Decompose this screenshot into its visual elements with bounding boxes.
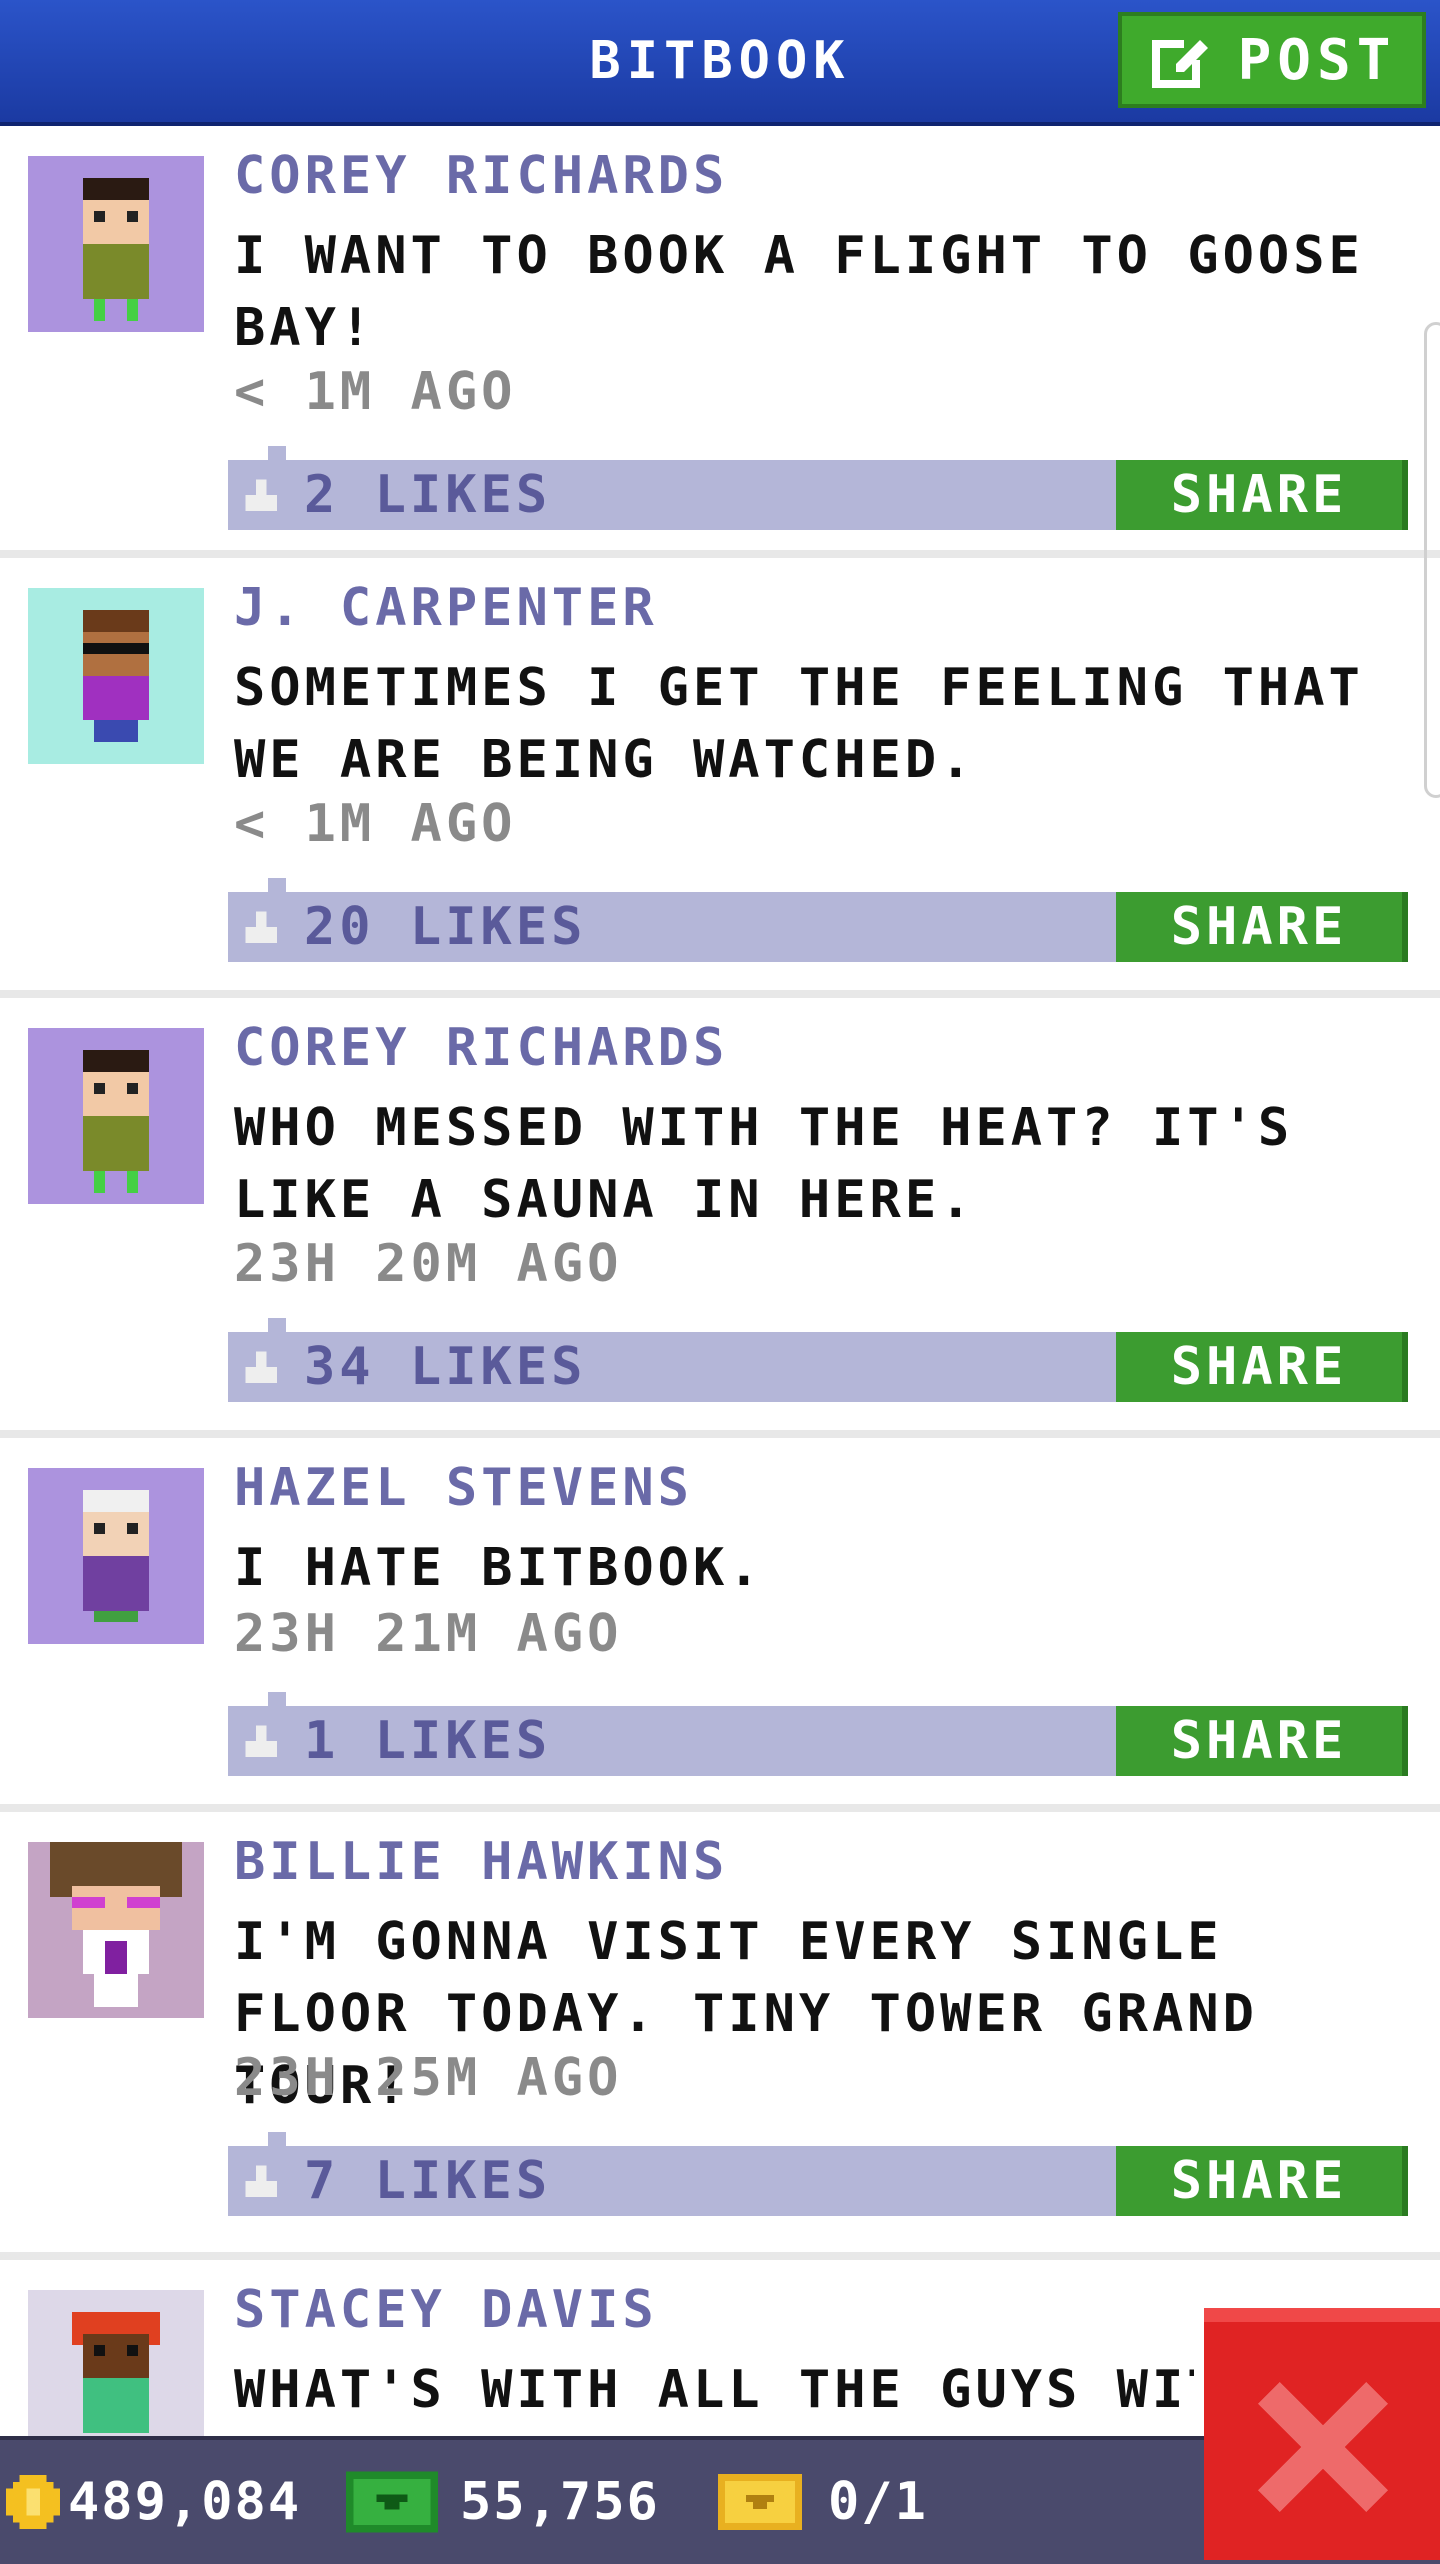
post-time: 23H 20M AGO <box>234 1234 623 1294</box>
tickets-stat: 0/1 <box>714 2440 928 2564</box>
post-author[interactable]: BILLIE HAWKINS <box>234 1832 728 1892</box>
post-text: WHO MESSED WITH THE HEAT? IT'S LIKE A SA… <box>234 1098 1294 1230</box>
post-author[interactable]: STACEY DAVIS <box>234 2280 658 2340</box>
feed-list[interactable]: COREY RICHARDS I WANT TO BOOK A FLIGHT T… <box>0 126 1440 2560</box>
feed-post: HAZEL STEVENS I HATE BITBOOK. 23H 21M AG… <box>0 1438 1440 1812</box>
post-time: < 1M AGO <box>234 362 517 422</box>
thumbs-up-icon[interactable] <box>240 474 282 516</box>
compose-icon <box>1151 40 1208 88</box>
share-button[interactable]: SHARE <box>1116 2146 1408 2216</box>
post-text: WHAT'S WITH ALL THE GUYS WITH <box>234 2360 1194 2420</box>
likes-bar-tab <box>268 1318 286 1332</box>
likes-count: 20 LIKES <box>304 897 587 957</box>
bux-stat: 55,756 <box>346 2440 660 2564</box>
post-text: SOMETIMES I GET THE FEELING THAT WE ARE … <box>234 658 1364 790</box>
likes-count: 2 LIKES <box>304 465 552 525</box>
thumbs-up-icon[interactable] <box>240 906 282 948</box>
corey-richards-avatar[interactable] <box>28 1028 204 1204</box>
likes-count: 1 LIKES <box>304 1711 552 1771</box>
likes-bar-tab <box>268 1692 286 1706</box>
post-author[interactable]: J. CARPENTER <box>234 578 658 638</box>
close-button[interactable] <box>1204 2308 1440 2560</box>
coins-stat: 489,084 <box>6 2440 301 2564</box>
post-button-label: POST <box>1237 27 1397 93</box>
thumbs-up-icon[interactable] <box>240 2160 282 2202</box>
share-button[interactable]: SHARE <box>1116 1706 1408 1776</box>
post-author[interactable]: COREY RICHARDS <box>234 1018 728 1078</box>
likes-count: 34 LIKES <box>304 1337 587 1397</box>
post-time: 23H 25M AGO <box>234 2048 623 2108</box>
post-text: I HATE BITBOOK. <box>234 1538 764 1598</box>
post-time: < 1M AGO <box>234 794 517 854</box>
likes-bar: 7 LIKES SHARE <box>228 2146 1408 2216</box>
likes-bar-tab <box>268 2132 286 2146</box>
share-button[interactable]: SHARE <box>1116 1332 1408 1402</box>
post-author[interactable]: COREY RICHARDS <box>234 146 728 206</box>
ticket-icon <box>718 2474 802 2530</box>
likes-bar: 20 LIKES SHARE <box>228 892 1408 962</box>
bux-value: 55,756 <box>460 2472 660 2532</box>
j-carpenter-avatar[interactable] <box>28 588 204 764</box>
feed-post: COREY RICHARDS I WANT TO BOOK A FLIGHT T… <box>0 126 1440 558</box>
bux-icon <box>346 2471 438 2533</box>
thumbs-up-icon[interactable] <box>240 1720 282 1762</box>
scroll-indicator[interactable] <box>1424 322 1440 798</box>
likes-bar: 2 LIKES SHARE <box>228 460 1408 530</box>
hazel-stevens-avatar[interactable] <box>28 1468 204 1644</box>
post-time: 23H 21M AGO <box>234 1604 623 1664</box>
close-icon <box>1258 2382 1388 2512</box>
feed-post: BILLIE HAWKINS I'M GONNA VISIT EVERY SIN… <box>0 1812 1440 2260</box>
likes-bar: 34 LIKES SHARE <box>228 1332 1408 1402</box>
feed-post: COREY RICHARDS WHO MESSED WITH THE HEAT?… <box>0 998 1440 1438</box>
thumbs-up-icon[interactable] <box>240 1346 282 1388</box>
likes-count: 7 LIKES <box>304 2151 552 2211</box>
coin-icon <box>6 2475 60 2529</box>
coins-value: 489,084 <box>68 2472 302 2532</box>
likes-bar-tab <box>268 446 286 460</box>
share-button[interactable]: SHARE <box>1116 892 1408 962</box>
tickets-value: 0/1 <box>828 2472 928 2532</box>
post-text: I WANT TO BOOK A FLIGHT TO GOOSE BAY! <box>234 226 1364 358</box>
app-header: BITBOOK POST <box>0 0 1440 126</box>
feed-post: J. CARPENTER SOMETIMES I GET THE FEELING… <box>0 558 1440 998</box>
share-button[interactable]: SHARE <box>1116 460 1408 530</box>
billie-hawkins-avatar[interactable] <box>28 1842 204 2018</box>
corey-richards-avatar[interactable] <box>28 156 204 332</box>
post-button[interactable]: POST <box>1118 12 1426 108</box>
likes-bar-tab <box>268 878 286 892</box>
likes-bar: 1 LIKES SHARE <box>228 1706 1408 1776</box>
post-author[interactable]: HAZEL STEVENS <box>234 1458 693 1518</box>
